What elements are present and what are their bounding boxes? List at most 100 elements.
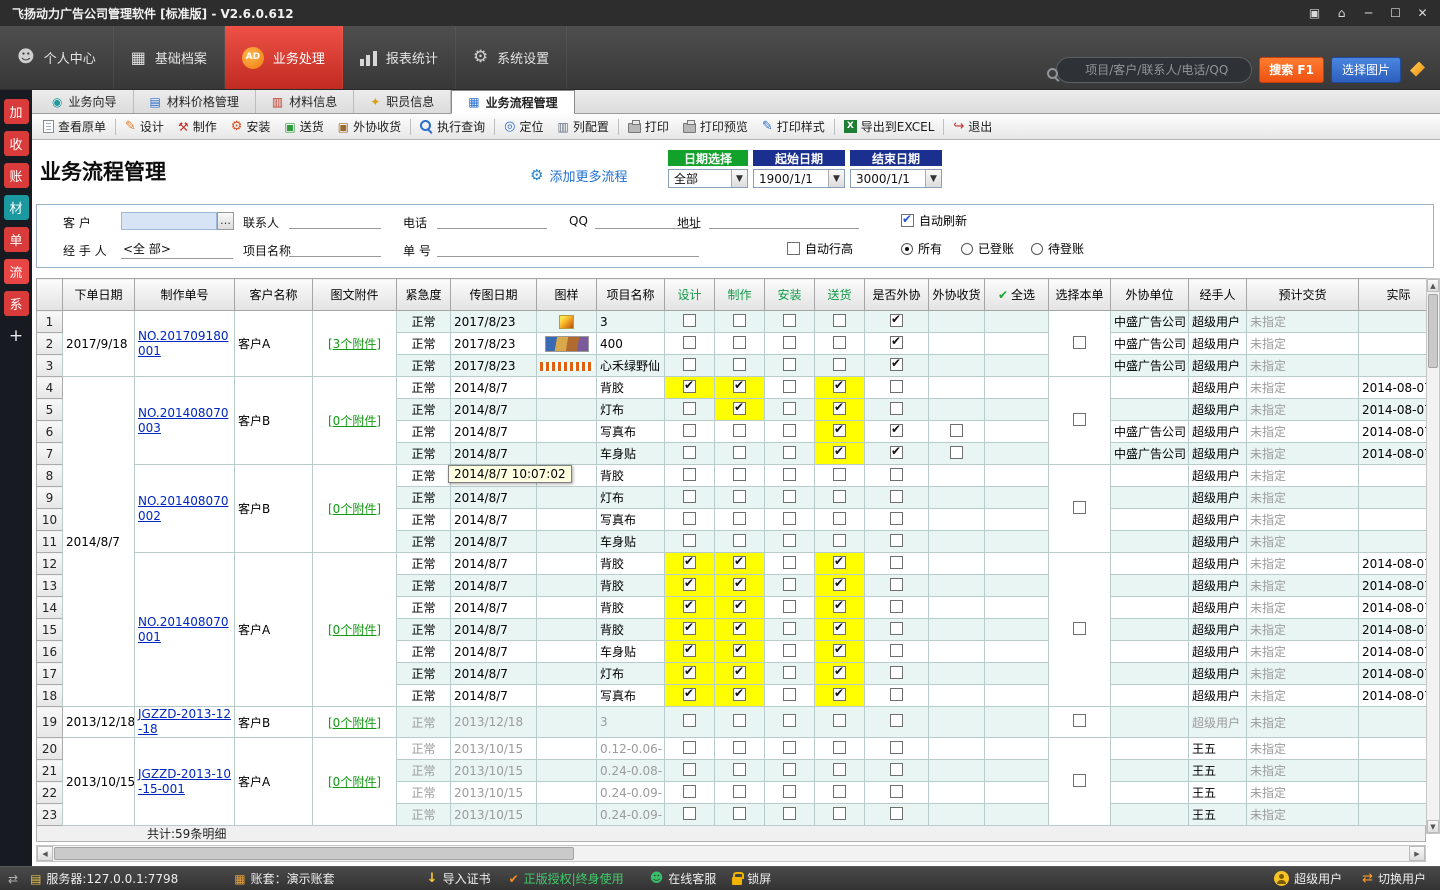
attachments-link[interactable]: [0个附件]	[328, 502, 381, 516]
cell-rownum[interactable]: 6	[37, 421, 63, 443]
install-checkbox[interactable]	[783, 807, 796, 820]
scroll-left-icon[interactable]: ◀	[37, 846, 53, 861]
make-checkbox[interactable]	[733, 402, 746, 415]
design-checkbox[interactable]	[683, 314, 696, 327]
outsource-checkbox[interactable]	[890, 424, 903, 437]
outsource-checkbox[interactable]	[890, 402, 903, 415]
cell-select-order[interactable]	[1049, 707, 1111, 738]
make-checkbox[interactable]	[733, 622, 746, 635]
cell-outsource[interactable]	[865, 355, 929, 377]
make-checkbox[interactable]	[733, 666, 746, 679]
design-checkbox[interactable]	[683, 688, 696, 701]
install-checkbox[interactable]	[783, 688, 796, 701]
install-checkbox[interactable]	[783, 785, 796, 798]
chevron-down-icon[interactable]: ▼	[828, 170, 844, 187]
cell-deliver[interactable]	[815, 531, 865, 553]
toolbar-make[interactable]: ⚒制作	[171, 116, 224, 138]
address-input[interactable]	[709, 212, 859, 229]
nav-item-report-statistics[interactable]: 报表统计	[343, 26, 456, 89]
cell-install[interactable]	[765, 575, 815, 597]
add-more-flow-link[interactable]: ⚙ 添加更多流程	[530, 166, 627, 185]
outsource-checkbox[interactable]	[890, 600, 903, 613]
cell-select-order[interactable]	[1049, 738, 1111, 826]
cell-deliver[interactable]	[815, 663, 865, 685]
cell-install[interactable]	[765, 663, 815, 685]
cell-rownum[interactable]: 2	[37, 333, 63, 355]
cell-make[interactable]	[715, 355, 765, 377]
cell-rownum[interactable]: 3	[37, 355, 63, 377]
outsource-checkbox[interactable]	[890, 688, 903, 701]
outsource-checkbox[interactable]	[890, 785, 903, 798]
install-checkbox[interactable]	[783, 380, 796, 393]
cell-make[interactable]	[715, 531, 765, 553]
toolbar-print-preview[interactable]: 打印预览	[676, 116, 755, 138]
cell-install[interactable]	[765, 333, 815, 355]
outsource-checkbox[interactable]	[890, 741, 903, 754]
design-checkbox[interactable]	[683, 644, 696, 657]
start-date-dropdown[interactable]: 1900/1/1 ▼	[753, 169, 845, 188]
cell-make[interactable]	[715, 663, 765, 685]
make-checkbox[interactable]	[733, 424, 746, 437]
install-checkbox[interactable]	[783, 402, 796, 415]
tab-material-info[interactable]: ▥材料信息	[256, 90, 354, 113]
toolbar-view-original[interactable]: 查看原单	[36, 116, 113, 138]
cell-deliver[interactable]	[815, 311, 865, 333]
design-checkbox[interactable]	[683, 336, 696, 349]
cell-rownum[interactable]: 14	[37, 597, 63, 619]
make-checkbox[interactable]	[733, 763, 746, 776]
deliver-checkbox[interactable]	[833, 578, 846, 591]
nav-item-basic-archives[interactable]: ▦基础档案	[114, 26, 225, 89]
outsource-checkbox[interactable]	[890, 468, 903, 481]
cell-install[interactable]	[765, 509, 815, 531]
sidebar-item-system[interactable]: 系	[4, 291, 29, 316]
order-no-link[interactable]: NO.201709180001	[138, 329, 231, 359]
deliver-checkbox[interactable]	[833, 785, 846, 798]
cell-make[interactable]	[715, 597, 765, 619]
cell-design[interactable]	[665, 782, 715, 804]
outsource-receive-checkbox[interactable]	[950, 424, 963, 437]
select-order-checkbox[interactable]	[1073, 501, 1086, 514]
select-order-checkbox[interactable]	[1073, 413, 1086, 426]
deliver-checkbox[interactable]	[833, 314, 846, 327]
cell-rownum[interactable]: 4	[37, 377, 63, 399]
cell-out-recv[interactable]	[929, 421, 985, 443]
cell-rownum[interactable]: 13	[37, 575, 63, 597]
deliver-checkbox[interactable]	[833, 424, 846, 437]
install-checkbox[interactable]	[783, 578, 796, 591]
cell-outsource[interactable]	[865, 707, 929, 738]
column-header-out_recv[interactable]: 外协收货	[929, 279, 985, 311]
cell-outsource[interactable]	[865, 619, 929, 641]
cell-rownum[interactable]: 15	[37, 619, 63, 641]
minimize-button[interactable]: ─	[1355, 3, 1382, 23]
cell-rownum[interactable]: 23	[37, 804, 63, 826]
cell-make[interactable]	[715, 421, 765, 443]
cell-design[interactable]	[665, 641, 715, 663]
toolbar-locate[interactable]: ◎定位	[497, 116, 550, 138]
install-checkbox[interactable]	[783, 622, 796, 635]
cell-deliver[interactable]	[815, 421, 865, 443]
cell-design[interactable]	[665, 553, 715, 575]
install-checkbox[interactable]	[783, 446, 796, 459]
make-checkbox[interactable]	[733, 512, 746, 525]
cell-select-order[interactable]	[1049, 553, 1111, 707]
outsource-checkbox[interactable]	[890, 714, 903, 727]
install-checkbox[interactable]	[783, 336, 796, 349]
cell-deliver[interactable]	[815, 760, 865, 782]
sidebar-item-ledger[interactable]: 账	[4, 163, 29, 188]
column-header-order_no[interactable]: 制作单号	[135, 279, 235, 311]
select-all-check-icon[interactable]: ✔	[998, 288, 1008, 302]
quick-note-icon[interactable]: ▣	[1301, 3, 1328, 23]
customer-input[interactable]	[121, 212, 217, 230]
design-checkbox[interactable]	[683, 358, 696, 371]
sidebar-item-flow[interactable]: 流	[4, 259, 29, 284]
install-checkbox[interactable]	[783, 468, 796, 481]
attachments-link[interactable]: [0个附件]	[328, 623, 381, 637]
design-checkbox[interactable]	[683, 578, 696, 591]
toolbar-design[interactable]: ✎设计	[118, 116, 171, 138]
cell-deliver[interactable]	[815, 575, 865, 597]
cell-make[interactable]	[715, 311, 765, 333]
cell-outsource[interactable]	[865, 487, 929, 509]
cell-design[interactable]	[665, 804, 715, 826]
deliver-checkbox[interactable]	[833, 763, 846, 776]
order-no-link[interactable]: JGZZD-2013-12-18	[138, 707, 231, 737]
